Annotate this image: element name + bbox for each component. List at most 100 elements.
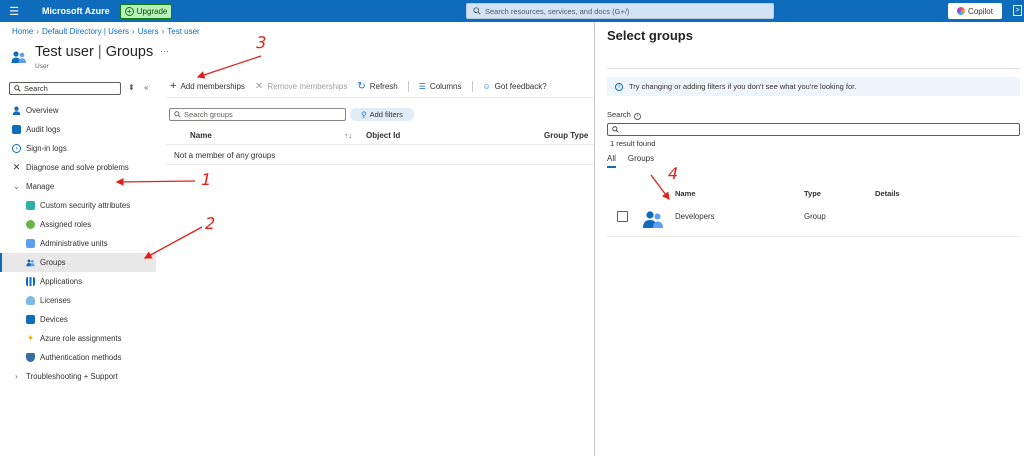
refresh-icon: ↻ bbox=[357, 80, 366, 92]
column-header-details[interactable]: Details bbox=[875, 189, 900, 198]
result-tabs: All Groups bbox=[607, 154, 654, 168]
column-header-name[interactable]: Name bbox=[675, 189, 695, 198]
annotation-number-2: 2 bbox=[202, 214, 218, 233]
search-groups-placeholder: Search groups bbox=[184, 110, 233, 119]
search-groups-input[interactable]: Search groups bbox=[169, 108, 346, 121]
sidebar-group-troubleshooting[interactable]: › Troubleshooting + Support bbox=[0, 367, 156, 386]
row-name: Developers bbox=[675, 212, 715, 221]
shield-icon bbox=[26, 353, 35, 362]
sidebar-item-label: Devices bbox=[40, 315, 68, 324]
global-search-input[interactable]: Search resources, services, and docs (G+… bbox=[466, 3, 774, 19]
add-filters-label: Add filters bbox=[369, 110, 403, 119]
sidebar-item-label: Licenses bbox=[40, 296, 71, 305]
cloud-shell-icon[interactable]: > bbox=[1013, 5, 1022, 16]
tab-all[interactable]: All bbox=[607, 154, 616, 168]
sidebar-item-licenses[interactable]: Licenses bbox=[0, 291, 156, 310]
copilot-icon bbox=[957, 7, 966, 15]
command-bar-divider bbox=[166, 97, 594, 98]
column-header-group-type[interactable]: Group Type bbox=[544, 131, 588, 140]
sidebar-item-diagnose[interactable]: ✕ Diagnose and solve problems bbox=[0, 158, 156, 177]
column-header-object-id[interactable]: Object Id bbox=[366, 131, 400, 140]
breadcrumb-home[interactable]: Home bbox=[12, 27, 33, 36]
group-avatar-icon bbox=[643, 211, 663, 228]
roles-icon bbox=[26, 220, 35, 229]
breadcrumb-test-user[interactable]: Test user bbox=[167, 27, 199, 36]
sidebar-group-manage[interactable]: ⌄ Manage bbox=[0, 177, 156, 196]
feedback-label: Got feedback? bbox=[494, 81, 547, 91]
key-icon: ✦ bbox=[26, 333, 35, 343]
sidebar-item-label: Custom security attributes bbox=[40, 201, 131, 210]
remove-memberships-button[interactable]: ✕ Remove memberships bbox=[255, 81, 347, 92]
sidebar-item-azure-role-assignments[interactable]: ✦ Azure role assignments bbox=[0, 329, 156, 348]
search-label-text: Search bbox=[607, 110, 631, 119]
sidebar-item-authentication-methods[interactable]: Authentication methods bbox=[0, 348, 156, 367]
sidebar-item-administrative-units[interactable]: Administrative units bbox=[0, 234, 156, 253]
sidebar-item-groups[interactable]: Groups bbox=[0, 253, 156, 272]
breadcrumb-users[interactable]: Users bbox=[138, 27, 159, 36]
annotation-number-4: 4 bbox=[665, 164, 681, 183]
breadcrumb-separator: › bbox=[132, 27, 135, 36]
feedback-button[interactable]: ☺ Got feedback? bbox=[483, 82, 547, 91]
copilot-button[interactable]: Copilot bbox=[948, 3, 1002, 19]
sidebar-search-input[interactable]: Search bbox=[9, 82, 121, 95]
sidebar-item-label: Applications bbox=[40, 277, 83, 286]
info-icon: i bbox=[615, 82, 623, 91]
person-icon bbox=[12, 106, 21, 115]
sidebar-sort-icon[interactable]: ⬍ bbox=[128, 83, 135, 92]
sidebar-item-label: Audit logs bbox=[26, 125, 61, 134]
sidebar-item-devices[interactable]: Devices bbox=[0, 310, 156, 329]
breadcrumb-separator: › bbox=[36, 27, 40, 36]
sidebar-item-audit-logs[interactable]: Audit logs bbox=[0, 120, 156, 139]
command-bar: + Add memberships ✕ Remove memberships ↻… bbox=[170, 80, 557, 92]
sidebar-item-label: Assigned roles bbox=[40, 220, 92, 229]
add-filters-button[interactable]: ⚲ Add filters bbox=[350, 108, 414, 121]
sidebar-item-overview[interactable]: Overview bbox=[0, 101, 156, 120]
search-icon bbox=[14, 85, 21, 92]
sidebar-item-assigned-roles[interactable]: Assigned roles bbox=[0, 215, 156, 234]
tab-groups[interactable]: Groups bbox=[628, 154, 654, 168]
refresh-button[interactable]: ↻ Refresh bbox=[357, 81, 397, 92]
annotation-number-1: 1 bbox=[198, 170, 214, 189]
sidebar-item-sign-in-logs[interactable]: › Sign-in logs bbox=[0, 139, 156, 158]
info-banner-text: Try changing or adding filters if you do… bbox=[629, 82, 857, 91]
search-label: Search i bbox=[607, 110, 641, 120]
chevron-down-icon: ⌄ bbox=[13, 182, 20, 191]
sidebar-item-label: Sign-in logs bbox=[26, 144, 67, 153]
breadcrumb-directory[interactable]: Default Directory | Users bbox=[42, 27, 129, 36]
attributes-icon bbox=[26, 201, 35, 210]
add-memberships-button[interactable]: + Add memberships bbox=[170, 80, 245, 92]
sidebar-item-label: Troubleshooting + Support bbox=[26, 372, 118, 381]
panel-divider bbox=[594, 22, 595, 456]
row-type: Group bbox=[804, 212, 826, 221]
chevron-right-icon: › bbox=[15, 372, 18, 381]
page-title-main: Test user bbox=[35, 44, 94, 60]
more-options-button[interactable]: ··· bbox=[160, 46, 169, 56]
toolbar-divider bbox=[407, 80, 409, 92]
select-groups-search-input[interactable] bbox=[607, 123, 1020, 136]
columns-button[interactable]: ☰ Columns bbox=[419, 82, 462, 91]
upgrade-button[interactable]: + Upgrade bbox=[119, 3, 173, 19]
panel-header-divider bbox=[607, 68, 1020, 69]
page-title-section: Groups bbox=[105, 44, 154, 60]
sidebar-item-applications[interactable]: Applications bbox=[0, 272, 156, 291]
sidebar-item-custom-security-attributes[interactable]: Custom security attributes bbox=[0, 196, 156, 215]
breadcrumb: Home › Default Directory | Users › Users › Tes… bbox=[12, 27, 200, 36]
menu-icon[interactable]: ☰ bbox=[2, 0, 26, 22]
sort-icon[interactable]: ↑↓ bbox=[344, 131, 352, 140]
collapse-sidebar-icon[interactable]: « bbox=[144, 83, 148, 92]
empty-state-message: Not a member of any groups bbox=[166, 146, 594, 165]
filter-icon: ⚲ bbox=[361, 110, 367, 119]
sidebar-item-label: Groups bbox=[40, 258, 66, 267]
column-header-name[interactable]: Name bbox=[190, 131, 212, 140]
table-row[interactable]: Developers Group bbox=[607, 204, 1020, 237]
info-circle-icon[interactable]: i bbox=[633, 113, 641, 120]
result-count: 1 result found bbox=[610, 139, 656, 148]
page-subtitle: User bbox=[35, 63, 49, 70]
brand-name[interactable]: Microsoft Azure bbox=[42, 6, 110, 16]
row-checkbox[interactable] bbox=[617, 211, 628, 222]
remove-memberships-label: Remove memberships bbox=[267, 81, 348, 91]
wrench-icon: ✕ bbox=[12, 162, 21, 172]
column-header-type[interactable]: Type bbox=[804, 189, 821, 198]
admin-units-icon bbox=[26, 239, 35, 248]
device-icon bbox=[26, 315, 35, 324]
